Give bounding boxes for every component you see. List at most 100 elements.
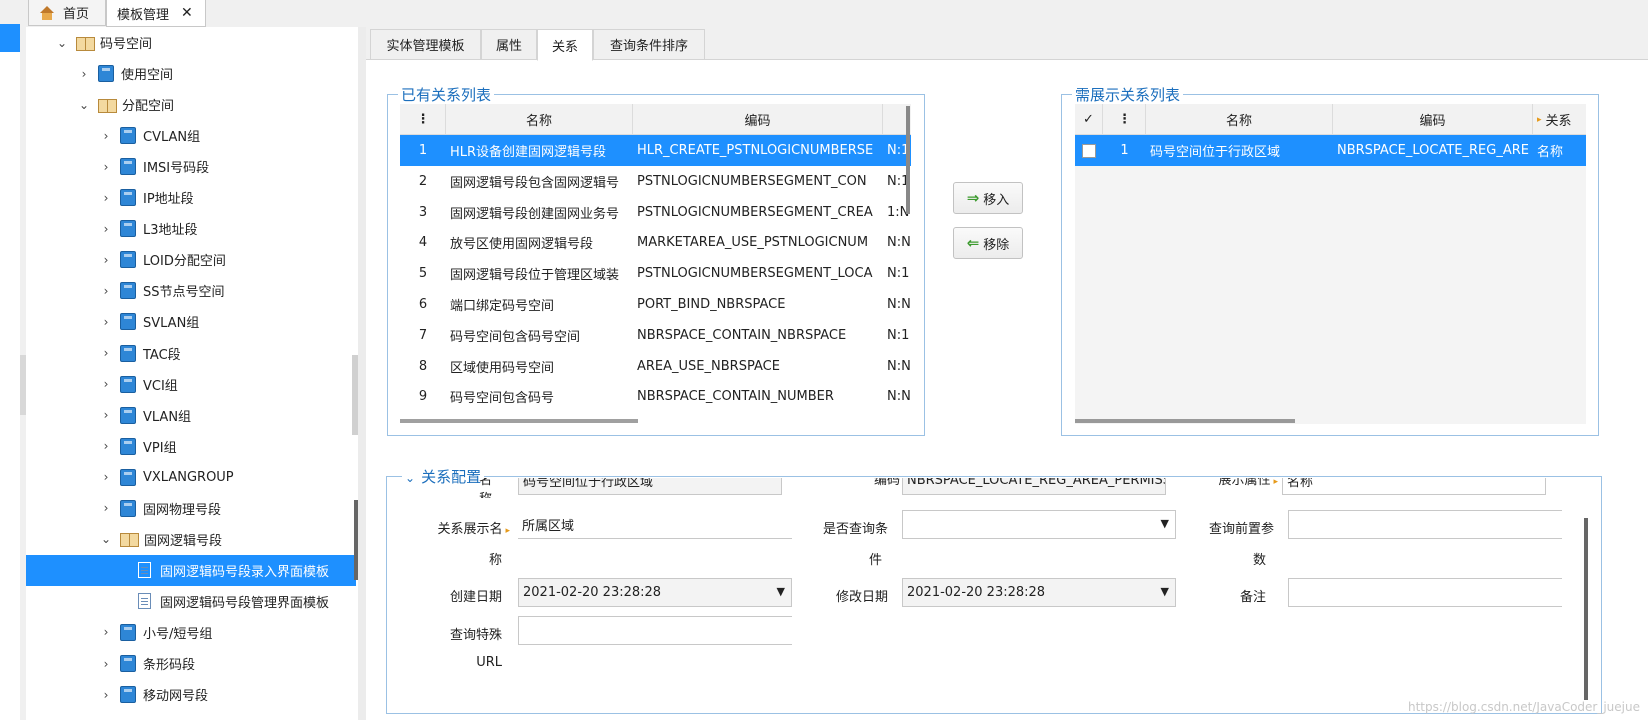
row-number: 5	[418, 266, 428, 282]
existing-vscroll[interactable]	[906, 106, 910, 214]
chevron-right-icon[interactable]: ›	[100, 129, 112, 143]
modify-date-field[interactable]: 2021-02-20 23:28:28 ▼	[902, 578, 1176, 607]
tree-item[interactable]: › VPI组	[26, 431, 356, 462]
tab-relations[interactable]: 关系	[537, 29, 593, 61]
chevron-down-icon[interactable]: ⌄	[78, 98, 90, 112]
tree-item[interactable]: ⌄ 固网逻辑号段	[26, 524, 356, 555]
chevron-down-icon[interactable]: ⌄	[56, 36, 68, 50]
tree-item[interactable]: › 小号/短号组	[26, 617, 356, 648]
chevron-right-icon[interactable]: ›	[100, 625, 112, 639]
table-row[interactable]: 1 码号空间位于行政区域 NBRSPACE_LOCATE_REG_ARE 名称	[1075, 135, 1586, 166]
chevron-right-icon[interactable]: ›	[100, 191, 112, 205]
chevron-down-icon[interactable]: ▼	[1161, 585, 1169, 598]
special-url-field[interactable]	[518, 616, 792, 645]
tree-item[interactable]: › L3地址段	[26, 213, 356, 244]
tree-item[interactable]: › 移动网号段	[26, 679, 356, 710]
folder-icon	[120, 251, 136, 269]
chevron-right-icon[interactable]: ›	[100, 470, 112, 484]
tab-attributes[interactable]: 属性	[481, 29, 537, 60]
column-menu-icon[interactable]: ⋮	[400, 104, 446, 135]
existing-hscroll[interactable]	[400, 419, 638, 423]
name-field[interactable]: 码号空间位于行政区域	[518, 478, 782, 495]
move-in-button[interactable]: ⇒ 移入	[953, 182, 1023, 214]
tree-item[interactable]: › SS节点号空间	[26, 275, 356, 306]
config-vscroll[interactable]	[1584, 518, 1588, 700]
table-row[interactable]: 5 固网逻辑号段位于管理区域装 PSTNLOGICNUMBERSEGMENT_LOC…	[400, 258, 911, 289]
move-in-label: 移入	[983, 192, 1010, 208]
table-row[interactable]: 3 固网逻辑号段创建固网业务号 PSTNLOGICNUMBERSEGMENT_CRE…	[400, 197, 911, 228]
chevron-right-icon[interactable]: ›	[100, 315, 112, 329]
display-attr-field[interactable]: 名称	[1282, 478, 1546, 495]
chevron-right-icon[interactable]: ›	[100, 408, 112, 422]
tree-item[interactable]: › IP地址段	[26, 182, 356, 213]
header-code[interactable]: 编码	[633, 104, 883, 135]
chevron-right-icon[interactable]: ›	[100, 284, 112, 298]
tab-query-sort[interactable]: 查询条件排序	[593, 29, 705, 60]
nav-marker[interactable]	[0, 24, 20, 52]
chevron-right-icon[interactable]: ›	[100, 253, 112, 267]
tree-item[interactable]: 固网逻辑码号段录入界面模板	[26, 554, 356, 586]
table-row[interactable]: 2 固网逻辑号段包含固网逻辑号 PSTNLOGICNUMBERSEGMENT_CON…	[400, 166, 911, 197]
chevron-right-icon[interactable]: ›	[100, 222, 112, 236]
table-row[interactable]: 7 码号空间包含码号空间 NBRSPACE_CONTAIN_NBRSPACE N:1	[400, 320, 911, 351]
remark-field[interactable]	[1288, 578, 1562, 607]
folder-icon	[120, 220, 136, 238]
tree-item-label: TAC段	[143, 347, 181, 363]
tree-item[interactable]: ⌄ 码号空间	[26, 27, 356, 58]
chevron-right-icon[interactable]: ›	[100, 160, 112, 174]
tree-item[interactable]: › SVLAN组	[26, 306, 356, 337]
chevron-down-icon[interactable]: ▼	[777, 585, 785, 598]
chevron-right-icon[interactable]: ›	[78, 67, 90, 81]
pre-param-field[interactable]	[1288, 510, 1562, 539]
header-name[interactable]: 名称	[1146, 104, 1333, 135]
display-attr-label-text: 展示属性	[1218, 478, 1271, 488]
panel-divider[interactable]	[358, 27, 366, 720]
tree-item[interactable]: › 条形码段	[26, 648, 356, 679]
column-menu-icon[interactable]: ⋮	[1103, 104, 1146, 135]
create-date-field[interactable]: 2021-02-20 23:28:28 ▼	[518, 578, 792, 607]
tree-item[interactable]: 固网逻辑码号段管理界面模板	[26, 586, 356, 617]
row-number: 7	[418, 327, 428, 343]
table-row[interactable]: 4 放号区使用固网逻辑号段 MARKETAREA_USE_PSTNLOGICNUM N…	[400, 227, 911, 258]
check-all-icon[interactable]: ✓	[1075, 104, 1103, 135]
chevron-right-icon[interactable]: ›	[100, 688, 112, 702]
tree-item[interactable]: › LOID分配空间	[26, 244, 356, 275]
tree-item[interactable]: › VCI组	[26, 369, 356, 400]
close-icon[interactable]: ✕	[181, 5, 193, 21]
tab-entity-template[interactable]: 实体管理模板	[370, 29, 481, 60]
table-row[interactable]: 9 码号空间包含码号 NBRSPACE_CONTAIN_NUMBER N:N	[400, 381, 911, 412]
chevron-down-icon[interactable]: ⌄	[100, 532, 112, 546]
table-row[interactable]: 1 HLR设备创建固网逻辑号段 HLR_CREATE_PSTNLOGICNUMBER…	[400, 135, 911, 166]
folder-icon	[120, 158, 136, 176]
row-code: PSTNLOGICNUMBERSEGMENT_LOCA	[637, 266, 873, 282]
tab-template-management[interactable]: 模板管理 ✕	[106, 0, 206, 27]
chevron-right-icon[interactable]: ›	[100, 439, 112, 453]
tree-item[interactable]: › TAC段	[26, 338, 356, 369]
chevron-right-icon[interactable]: ›	[100, 501, 112, 515]
tree-item[interactable]: › CVLAN组	[26, 120, 356, 151]
folder-icon	[120, 655, 136, 672]
tree-item[interactable]: › IMSI号码段	[26, 151, 356, 182]
header-relation[interactable]: ▸ 关系	[1533, 104, 1586, 135]
tree-item[interactable]: › VLAN组	[26, 400, 356, 431]
chevron-right-icon[interactable]: ›	[100, 346, 112, 360]
header-name[interactable]: 名称	[446, 104, 633, 135]
remark-label: 备注	[1239, 590, 1266, 605]
tree-item[interactable]: › 使用空间	[26, 58, 356, 89]
display-name-field[interactable]: 所属区域	[518, 510, 792, 539]
chevron-right-icon[interactable]: ›	[100, 377, 112, 391]
table-row[interactable]: 8 区域使用码号空间 AREA_USE_NBRSPACE N:N	[400, 351, 911, 382]
is-query-select[interactable]: ▼	[902, 510, 1176, 539]
display-hscroll[interactable]	[1075, 419, 1295, 423]
tab-home[interactable]: 首页	[28, 0, 106, 26]
tree-item[interactable]: › VXLANGROUP	[26, 462, 356, 493]
remove-button[interactable]: ⇐ 移除	[953, 227, 1023, 259]
code-field[interactable]: NBRSPACE_LOCATE_REG_AREA_PERMISS	[902, 478, 1166, 495]
display-name-label-cont: 称	[488, 553, 502, 568]
chevron-right-icon[interactable]: ›	[100, 657, 112, 671]
row-checkbox[interactable]	[1075, 135, 1103, 166]
tree-item[interactable]: › 固网物理号段	[26, 493, 356, 524]
header-code[interactable]: 编码	[1333, 104, 1533, 135]
tree-item[interactable]: ⌄ 分配空间	[26, 89, 356, 120]
table-row[interactable]: 6 端口绑定码号空间 PORT_BIND_NBRSPACE N:N	[400, 289, 911, 320]
